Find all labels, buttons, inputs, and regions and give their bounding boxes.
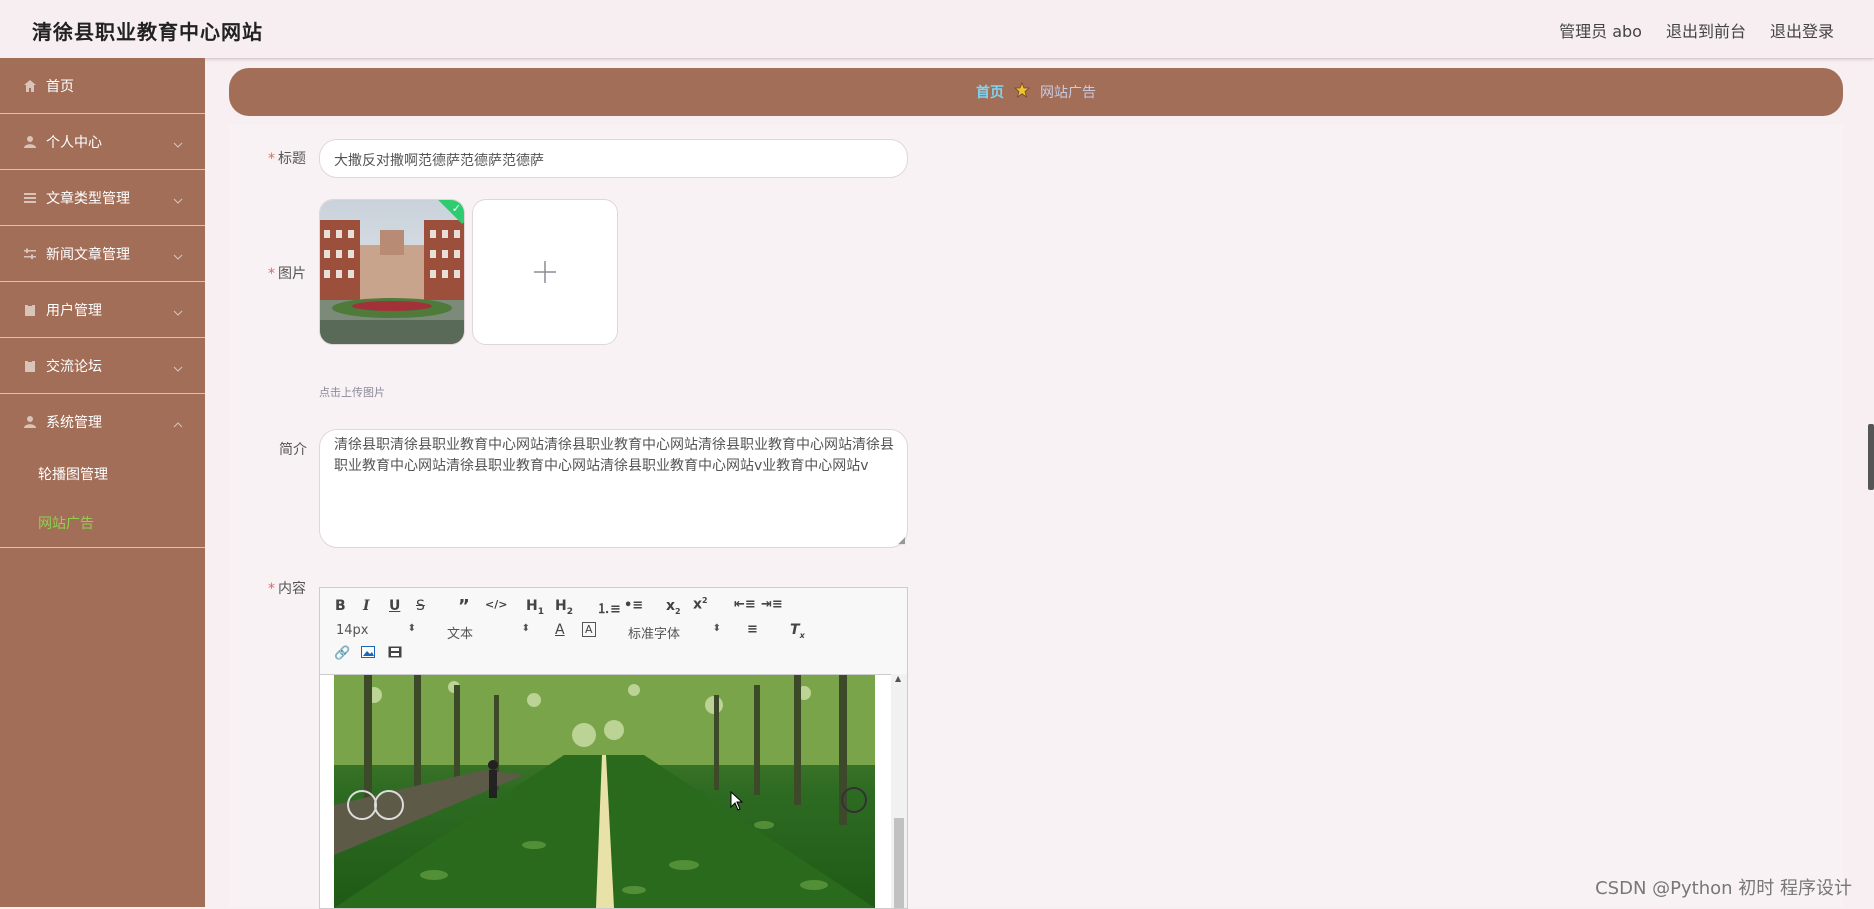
watermark: CSDN @Python 初时 程序设计 (1595, 878, 1852, 899)
back-to-front-link[interactable]: 退出到前台 (1666, 18, 1746, 42)
image-icon[interactable] (361, 646, 375, 662)
select-arrows-icon: ⬍ (712, 623, 721, 634)
intro-label: 简介 (279, 442, 307, 458)
subscript-icon[interactable]: x2 (666, 598, 681, 616)
clipboard-icon (22, 358, 38, 374)
align-icon[interactable]: ≡ (747, 622, 758, 637)
logout-link[interactable]: 退出登录 (1770, 18, 1834, 42)
underline-icon[interactable]: U (389, 598, 400, 614)
chevron-down-icon (173, 192, 183, 208)
page-scrollbar-thumb[interactable] (1868, 424, 1874, 490)
sidebar-item-article-type[interactable]: 文章类型管理 (0, 170, 205, 226)
sliders-icon (22, 246, 38, 262)
text-style-select[interactable]: 文本 ⬍ (447, 623, 530, 642)
breadcrumb-current: 网站广告 (1040, 85, 1096, 101)
scroll-up-icon[interactable]: ▲ (895, 674, 901, 683)
sidebar-item-label: 用户管理 (46, 302, 102, 319)
sidebar-item-personal-center[interactable]: 个人中心 (0, 114, 205, 170)
top-header: 清徐县职业教育中心网站 管理员 abo 退出到前台 退出登录 (0, 0, 1874, 59)
intro-textarea[interactable]: 清徐县职清徐县职业教育中心网站清徐县职业教育中心网站清徐县职业教育中心网站清徐县… (319, 429, 908, 548)
sidebar-item-site-ads[interactable]: 网站广告 (0, 498, 205, 547)
chevron-down-icon (173, 304, 183, 320)
heading-1-icon[interactable]: H1 (526, 598, 544, 617)
sidebar-item-label: 新闻文章管理 (46, 246, 130, 263)
bold-icon[interactable]: B (335, 598, 346, 614)
sidebar-item-news-article[interactable]: 新闻文章管理 (0, 226, 205, 282)
user-icon (22, 414, 38, 430)
image-label: * 图片 (268, 266, 306, 282)
strikethrough-icon[interactable]: S (416, 598, 425, 614)
title-input[interactable]: 大撒反对撒啊范德萨范德萨范德萨 (319, 139, 908, 178)
select-arrows-icon: ⬍ (407, 623, 416, 634)
editor-scrollbar[interactable]: ▲ (891, 674, 907, 908)
breadcrumb-home[interactable]: 首页 (976, 82, 1004, 102)
site-title: 清徐县职业教育中心网站 (32, 20, 263, 44)
plus-icon (523, 250, 567, 298)
upload-hint: 点击上传图片 (319, 386, 385, 399)
bullet-list-icon[interactable]: •≡ (624, 598, 643, 613)
clear-format-icon[interactable]: Tx (790, 622, 805, 640)
check-icon: ✓ (451, 202, 461, 215)
intro-text: 清徐县职清徐县职业教育中心网站清徐县职业教育中心网站清徐县职业教育中心网站清徐县… (334, 437, 894, 474)
title-input-value: 大撒反对撒啊范德萨范德萨范德萨 (334, 153, 544, 169)
sidebar-item-forum[interactable]: 交流论坛 (0, 338, 205, 394)
content-label: * 内容 (268, 581, 306, 597)
outdent-icon[interactable]: ⇤≡ (734, 597, 756, 612)
admin-user-label[interactable]: 管理员 abo (1559, 18, 1642, 42)
system-submenu: 轮播图管理 网站广告 (0, 449, 205, 548)
font-size-select[interactable]: 14px ⬍ (336, 623, 416, 639)
home-icon (22, 78, 38, 94)
blockquote-icon[interactable]: ” (458, 596, 470, 617)
select-arrows-icon: ⬍ (521, 623, 530, 634)
top-links: 管理员 abo 退出到前台 退出登录 (1559, 18, 1834, 42)
sidebar-item-label: 个人中心 (46, 134, 102, 151)
mouse-cursor-icon (730, 790, 744, 815)
code-block-icon[interactable]: </> (485, 598, 507, 611)
sidebar-item-user-management[interactable]: 用户管理 (0, 282, 205, 338)
sidebar-item-label: 系统管理 (46, 414, 102, 431)
sidebar-item-system[interactable]: 系统管理 (0, 394, 205, 449)
heading-2-icon[interactable]: H2 (555, 598, 573, 617)
rich-text-editor: B I U S ” </> H1 H2 ⒈≡ •≡ x2 x2 ⇤≡ ⇥≡ 14… (319, 587, 908, 909)
sidebar-item-label: 交流论坛 (46, 358, 102, 375)
list-icon (22, 190, 38, 206)
title-label: * 标题 (268, 151, 306, 167)
link-icon[interactable]: 🔗 (334, 646, 350, 661)
italic-icon[interactable]: I (363, 598, 370, 614)
editor-scroll-thumb[interactable] (894, 818, 904, 908)
superscript-icon[interactable]: x2 (693, 596, 708, 613)
chevron-down-icon (173, 360, 183, 376)
background-color-icon[interactable]: A (582, 622, 596, 637)
indent-icon[interactable]: ⇥≡ (761, 597, 783, 612)
upload-add-button[interactable] (472, 199, 618, 345)
user-icon (22, 134, 38, 150)
sidebar-item-home[interactable]: 首页 (0, 58, 205, 114)
editor-content-image[interactable] (334, 675, 875, 908)
chevron-up-icon (173, 416, 183, 432)
clipboard-icon (22, 302, 38, 318)
sidebar-item-label: 首页 (46, 78, 74, 95)
chevron-down-icon (173, 136, 183, 152)
uploaded-image-thumbnail[interactable]: ✓ (319, 199, 465, 345)
sidebar-item-carousel[interactable]: 轮播图管理 (0, 449, 205, 498)
font-family-select[interactable]: 标准字体 ⬍ (628, 623, 721, 642)
chevron-down-icon (173, 248, 183, 264)
sidebar: 首页 个人中心 文章类型管理 新闻文章管理 用户管理 交流论坛 系统管理 轮播图… (0, 58, 205, 907)
ordered-list-icon[interactable]: ⒈≡ (597, 598, 621, 617)
star-icon (1013, 81, 1031, 102)
breadcrumb: 首页 网站广告 (229, 68, 1843, 116)
editor-toolbar: B I U S ” </> H1 H2 ⒈≡ •≡ x2 x2 ⇤≡ ⇥≡ 14… (320, 588, 907, 675)
sidebar-item-label: 文章类型管理 (46, 190, 130, 207)
font-color-icon[interactable]: A (555, 622, 565, 638)
video-icon[interactable] (388, 646, 402, 662)
resize-handle-icon[interactable]: ◢ (898, 536, 905, 546)
